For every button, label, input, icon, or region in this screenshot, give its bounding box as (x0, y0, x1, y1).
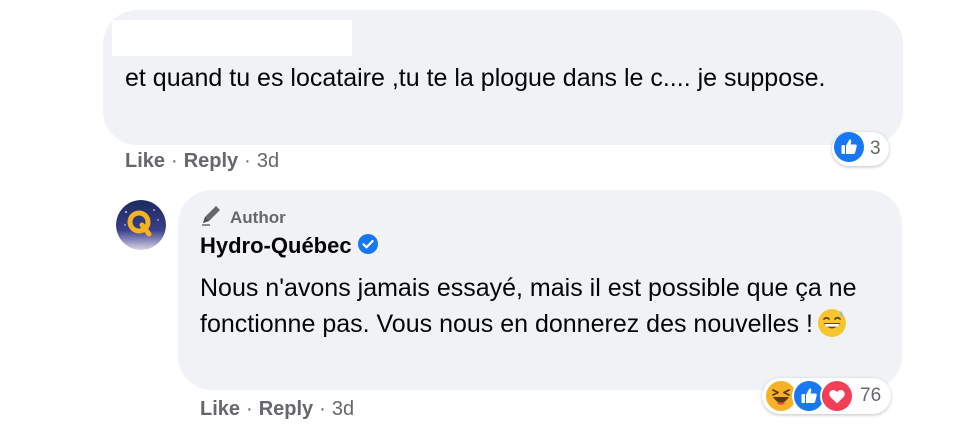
like-button[interactable]: Like (125, 150, 165, 173)
separator: · (246, 398, 253, 420)
separator: · (171, 150, 178, 172)
comment-reactions[interactable]: 3 (832, 131, 889, 167)
love-icon (820, 379, 854, 413)
like-button[interactable]: Like (200, 398, 240, 421)
like-icon (834, 131, 864, 167)
reply-text: Nous n'avons jamais essayé, mais il est … (200, 270, 890, 348)
reply-text-body: Nous n'avons jamais essayé, mais il est … (200, 274, 857, 338)
reply-reactions[interactable]: 76 (762, 378, 892, 414)
separator: · (319, 398, 326, 420)
reaction-icons (764, 379, 860, 413)
reaction-count: 76 (860, 385, 882, 406)
separator: · (244, 150, 251, 172)
reply-button[interactable]: Reply (259, 398, 313, 421)
comment-text: et quand tu es locataire ,tu te la plogu… (125, 64, 826, 92)
timestamp[interactable]: 3d (257, 150, 279, 173)
reply-author: Hydro-Québec (200, 233, 378, 259)
grinning-sweat-emoji (817, 308, 847, 348)
verified-badge-icon (357, 233, 378, 259)
reply-button[interactable]: Reply (184, 150, 238, 173)
redacted-author-name (112, 20, 352, 56)
comment-actions: Like · Reply · 3d (125, 150, 279, 173)
author-name[interactable]: Hydro-Québec (200, 233, 352, 259)
timestamp[interactable]: 3d (332, 398, 354, 421)
reaction-count: 3 (870, 138, 881, 159)
reply-actions: Like · Reply · 3d (200, 398, 354, 421)
pen-icon (200, 204, 224, 231)
hydro-quebec-logo (116, 200, 166, 250)
avatar[interactable] (116, 200, 166, 250)
author-badge-label: Author (230, 207, 286, 227)
author-badge: Author (200, 204, 286, 231)
